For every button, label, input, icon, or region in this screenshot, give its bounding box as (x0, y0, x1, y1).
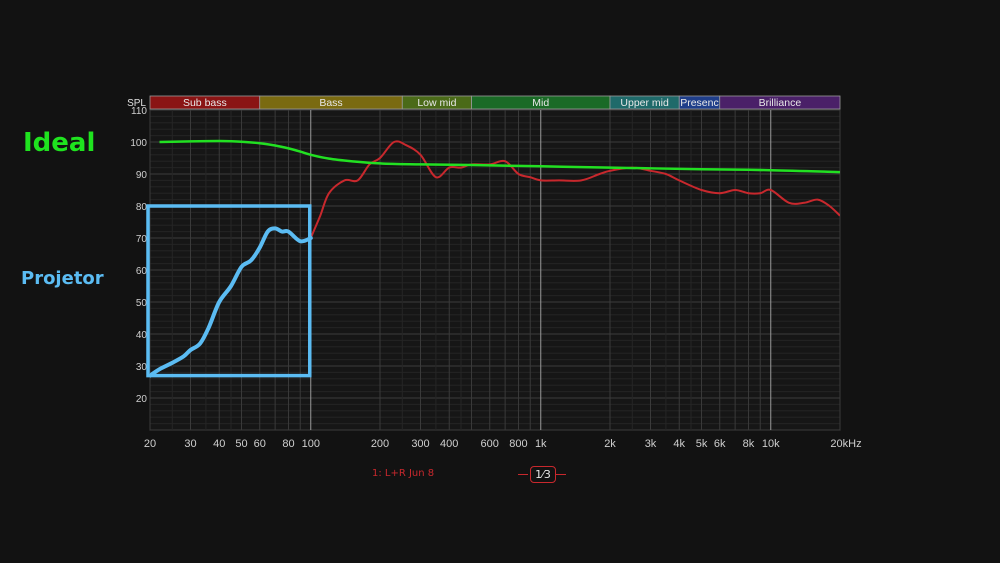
frequency-response-chart: SPL203040506070809010011020 30 40 50 60 80 100… (127, 95, 862, 450)
x-tick-label: 60 (254, 438, 266, 450)
x-tick-label: 30 (184, 438, 196, 450)
band-label: Bass (319, 97, 342, 109)
x-tick-label: 20kHz (830, 438, 861, 450)
x-tick-label: 5k (696, 438, 708, 450)
y-tick-label: 110 (131, 106, 147, 117)
projector-annotation: Projetor (21, 268, 104, 289)
ideal-annotation: Ideal (23, 128, 96, 158)
band-label: Brilliance (759, 97, 802, 109)
y-tick-label: 20 (136, 394, 148, 405)
x-tick-label: 3k (645, 438, 657, 450)
x-tick-label: 300 (411, 438, 429, 450)
x-tick-label: 50 (235, 438, 247, 450)
x-tick-label: 800 (509, 438, 527, 450)
smoothing-line-right (556, 474, 566, 475)
x-tick-label: 6k (714, 438, 726, 450)
y-tick-label: 90 (136, 170, 148, 181)
y-tick-label: 100 (130, 138, 147, 149)
band-label: Presenc (680, 97, 719, 109)
band-label: Sub bass (183, 97, 227, 109)
x-tick-label: 600 (481, 438, 499, 450)
x-tick-label: 8k (743, 438, 755, 450)
x-tick-label: 80 (282, 438, 294, 450)
y-tick-label: 30 (136, 362, 148, 373)
smoothing-line-left (518, 474, 528, 475)
smoothing-button[interactable]: 1⁄3 (530, 466, 556, 483)
x-tick-label: 10k (762, 438, 780, 450)
band-label: Mid (532, 97, 549, 109)
band-label: Upper mid (620, 97, 669, 109)
x-tick-label: 2k (604, 438, 616, 450)
x-tick-label: 1k (535, 438, 547, 450)
x-tick-label: 100 (302, 438, 320, 450)
x-tick-label: 400 (440, 438, 458, 450)
x-tick-label: 4k (673, 438, 685, 450)
x-tick-label: 200 (371, 438, 389, 450)
band-label: Low mid (417, 97, 456, 109)
y-tick-label: 80 (136, 202, 148, 213)
x-tick-label: 20 (144, 438, 156, 450)
y-tick-label: 50 (136, 298, 148, 309)
x-tick-label: 40 (213, 438, 225, 450)
y-tick-label: 40 (136, 330, 148, 341)
y-tick-label: 70 (136, 234, 148, 245)
y-tick-label: 60 (136, 266, 148, 277)
trace-legend[interactable]: 1: L+R Jun 8 (372, 468, 434, 479)
